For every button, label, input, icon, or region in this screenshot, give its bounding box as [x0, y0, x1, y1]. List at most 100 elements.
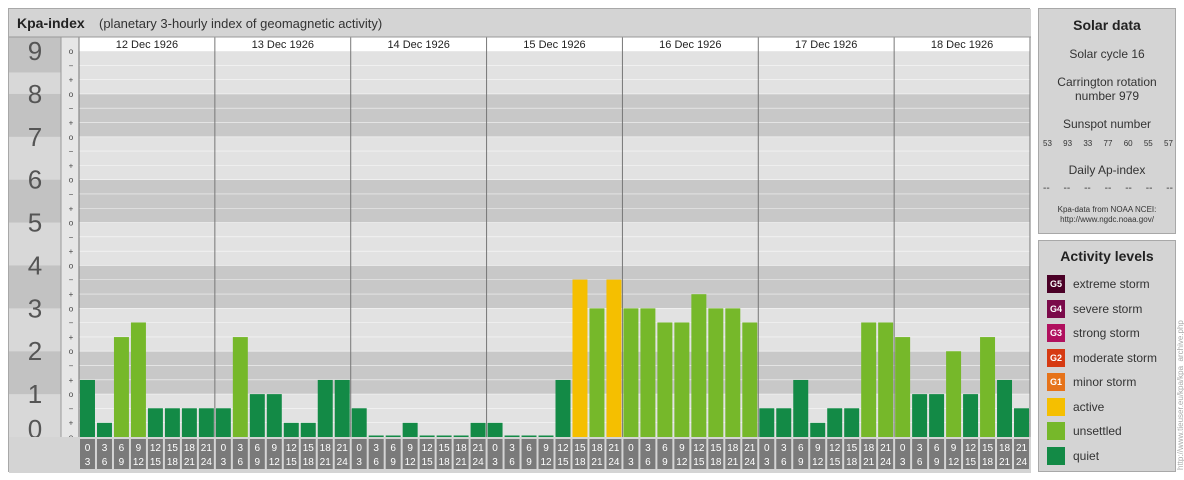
interval-start-label: 3 [781, 443, 787, 454]
legend-item: G5 extreme storm [1047, 275, 1150, 293]
legend-swatch [1047, 422, 1065, 440]
interval-end-label: 15 [829, 457, 841, 468]
interval-start-label: 12 [286, 443, 298, 454]
legend-item: quiet [1047, 446, 1099, 465]
legend-label: moderate storm [1073, 350, 1158, 365]
ap-value: -- [1084, 183, 1091, 194]
kp-bar [181, 408, 197, 437]
interval-end-label: 9 [526, 457, 532, 468]
kp-bar [912, 394, 928, 437]
y-minor-tick-label: o [69, 390, 74, 399]
interval-end-label: 24 [608, 457, 620, 468]
kp-bar [946, 351, 962, 437]
sunspot-value: 93 [1063, 139, 1073, 148]
kp-bar [793, 379, 809, 437]
kp-bar [232, 337, 248, 437]
interval-start-label: 3 [102, 443, 108, 454]
interval-start-label: 21 [473, 443, 485, 454]
interval-start-label: 12 [693, 443, 705, 454]
interval-end-label: 12 [948, 457, 960, 468]
data-credit-link[interactable]: http://www.ngdc.noaa.gov/ [1039, 215, 1175, 225]
chart-subtitle: (planetary 3-hourly index of geomagnetic… [99, 16, 383, 31]
interval-end-label: 24 [201, 457, 213, 468]
interval-start-label: 15 [574, 443, 586, 454]
y-major-tick-label: 3 [28, 293, 42, 323]
interval-end-label: 21 [999, 457, 1011, 468]
interval-end-label: 18 [167, 457, 179, 468]
y-major-tick-label: 6 [28, 165, 42, 195]
interval-end-label: 18 [982, 457, 994, 468]
interval-start-label: 18 [456, 443, 468, 454]
interval-end-label: 18 [439, 457, 451, 468]
interval-start-label: 21 [337, 443, 349, 454]
interval-end-label: 24 [473, 457, 485, 468]
interval-start-label: 12 [557, 443, 569, 454]
interval-end-label: 18 [710, 457, 722, 468]
y-minor-tick-label: − [69, 147, 74, 156]
ap-index-label: Daily Ap-index [1068, 163, 1146, 177]
legend-swatch: G5 [1047, 275, 1065, 293]
y-major-tick-label: 8 [28, 79, 42, 109]
interval-start-label: 0 [221, 443, 227, 454]
kp-bar [606, 279, 622, 437]
interval-start-label: 18 [591, 443, 603, 454]
y-band [79, 93, 1030, 137]
y-minor-tick-label: o [69, 304, 74, 313]
y-minor-tick-label: + [69, 118, 74, 127]
interval-end-label: 15 [422, 457, 434, 468]
interval-start-label: 18 [863, 443, 875, 454]
day-label: 16 Dec 1926 [659, 39, 721, 51]
interval-start-label: 15 [167, 443, 179, 454]
day-label: 15 Dec 1926 [523, 39, 585, 51]
interval-end-label: 18 [303, 457, 315, 468]
interval-end-label: 9 [798, 457, 804, 468]
kp-bar [674, 322, 690, 437]
kp-bar [453, 435, 469, 437]
legend-swatch: G1 [1047, 373, 1065, 391]
kp-bar [504, 435, 520, 437]
y-minor-tick-label: − [69, 190, 74, 199]
interval-end-label: 3 [628, 457, 634, 468]
sunspot-value: 60 [1123, 139, 1133, 148]
activity-levels-panel: Activity levels G5 extreme storm G4 severe … [1038, 240, 1176, 472]
y-minor-tick-label: − [69, 104, 74, 113]
interval-start-label: 6 [798, 443, 804, 454]
interval-start-label: 18 [727, 443, 739, 454]
interval-start-label: 0 [900, 443, 906, 454]
interval-end-label: 15 [150, 457, 162, 468]
y-band [79, 179, 1030, 223]
kp-bar [997, 379, 1013, 437]
interval-end-label: 21 [184, 457, 196, 468]
kp-bar [691, 294, 707, 437]
kp-bar [368, 435, 384, 437]
kp-bar [215, 408, 231, 437]
source-watermark: http://www.tieuser.eu/kpa/kpa_archive.ph… [1176, 320, 1184, 470]
legend-label: minor storm [1073, 375, 1137, 389]
interval-end-label: 6 [917, 457, 923, 468]
interval-start-label: 21 [608, 443, 620, 454]
y-minor-tick-label: o [69, 47, 74, 56]
kp-bar [929, 394, 945, 437]
interval-end-label: 12 [676, 457, 688, 468]
interval-end-label: 12 [812, 457, 824, 468]
interval-start-label: 9 [815, 443, 821, 454]
y-minor-tick-label: − [69, 319, 74, 328]
kp-bar [538, 435, 554, 437]
kp-bar [657, 322, 673, 437]
interval-start-label: 21 [880, 443, 892, 454]
kp-bar [96, 422, 112, 437]
interval-start-label: 3 [645, 443, 651, 454]
kp-bar [844, 408, 860, 437]
interval-end-label: 18 [574, 457, 586, 468]
legend-item: G4 severe storm [1047, 299, 1142, 318]
y-minor-tick-label: + [69, 419, 74, 428]
ap-value: -- [1063, 183, 1071, 194]
kp-bar [623, 308, 639, 437]
y-minor-tick-label: − [69, 233, 74, 242]
interval-start-label: 15 [439, 443, 451, 454]
interval-end-label: 15 [693, 457, 705, 468]
interval-start-label: 9 [543, 443, 549, 454]
ap-value: -- [1125, 183, 1132, 194]
interval-end-label: 21 [456, 457, 468, 468]
kp-bar [708, 308, 724, 437]
